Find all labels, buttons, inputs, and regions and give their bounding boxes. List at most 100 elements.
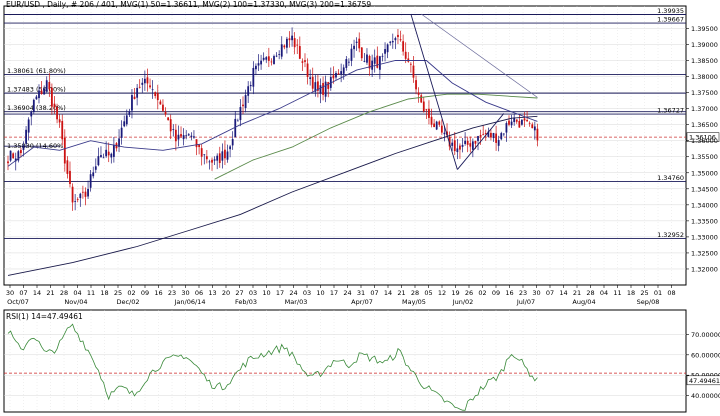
candle-body [257,63,260,66]
candle-body [464,140,467,144]
month-label: Jun/02 [452,298,474,306]
month-label: Oct/07 [7,298,29,306]
candle-body [502,133,505,135]
candle-body [412,65,415,78]
candle-body [110,153,113,158]
candle-body [193,136,195,138]
candle-body [417,92,420,95]
rsi-tick-label: 60.00000 [691,351,720,359]
candle-body [291,35,293,41]
candle-body [213,159,216,161]
candle-body [298,46,301,59]
candle-body [492,132,495,139]
price-tick-label: 1.36500 [691,121,718,129]
candle-body [386,44,389,53]
candle-body [226,151,229,160]
date-tick-label: 23 [168,289,176,297]
candle-body [112,144,115,157]
candle-body [286,38,288,48]
candle-body [381,55,384,57]
candle-body [200,148,203,157]
candle-body [376,55,379,68]
level-label: 1.38061 (61.80%) [7,67,66,75]
candle-body [12,153,15,159]
candle-body [526,120,528,122]
candle-body [94,166,97,170]
chart-header-info: EUR/USD , Daily, # 206 / 401, MVG(1) 50=… [6,0,371,9]
candle-body [22,145,25,150]
candle-body [471,141,474,150]
partial-level-label: 1.35830 (14.60%) [7,142,66,150]
date-tick-label: 10 [262,289,270,297]
candle-body [428,108,430,118]
date-tick-label: 24 [289,289,297,297]
candle-body [66,160,69,174]
rsi-tick-label: 40.00000 [691,392,720,400]
candle-body [332,75,335,79]
month-label: Nov/04 [64,298,87,306]
candle-body [239,106,242,121]
candle-body [518,120,521,128]
candle-body [74,201,77,202]
candle-body [87,188,89,197]
candle-body [345,59,348,68]
candle-body [479,134,482,137]
candle-body [373,57,376,64]
candle-body [355,41,358,43]
candle-body [490,132,492,138]
date-tick-label: 07 [546,289,554,297]
candle-body [141,82,144,85]
candle-body [151,89,154,91]
month-label: Apr/07 [351,298,373,306]
candle-body [422,101,425,112]
candle-body [293,38,296,48]
candle-body [474,140,477,144]
candle-body [420,95,423,103]
level-label: 1.34760 [657,174,684,182]
candle-body [430,116,433,125]
candle-body [102,157,105,159]
candle-body [304,60,306,62]
candle-body [136,87,139,98]
candle-body [322,83,324,95]
candle-body [440,125,443,133]
candle-body [35,96,38,100]
price-tick-label: 1.39500 [691,25,718,33]
candle-body [278,54,281,55]
candle-body [128,111,131,115]
candle-body [528,122,531,124]
date-tick-label: 31 [357,289,365,297]
candle-body [180,134,182,137]
candle-body [79,193,82,199]
candle-body [133,96,136,99]
candle-body [221,151,224,161]
candle-body [399,39,402,41]
candle-body [195,139,198,148]
candle-body [515,119,518,122]
candle-body [296,44,299,46]
candle-body [404,51,407,59]
level-label: 1.32952 [657,231,684,239]
candle-body [505,123,508,133]
price-tick-label: 1.33500 [691,217,718,225]
level-label: 1.37483 (50.00%) [7,86,66,94]
candle-body [350,48,353,61]
candle-body [25,129,27,144]
month-label: Mar/03 [285,298,308,306]
date-tick-label: 02 [127,289,135,297]
price-tick-label: 1.32500 [691,249,718,257]
candle-body [433,123,436,128]
candle-body [218,153,221,163]
rsi-current-label: 47.49461 [689,377,720,385]
month-label: Aug/04 [572,298,595,306]
date-tick-label: 03 [303,289,311,297]
candle-body [48,82,51,90]
candle-body [461,144,464,147]
date-tick-label: 16 [154,289,162,297]
date-tick-label: 19 [451,289,459,297]
candle-body [347,61,350,63]
candle-body [311,76,314,89]
candle-body [7,161,9,164]
chart-background [0,0,720,416]
candle-body [283,45,286,48]
